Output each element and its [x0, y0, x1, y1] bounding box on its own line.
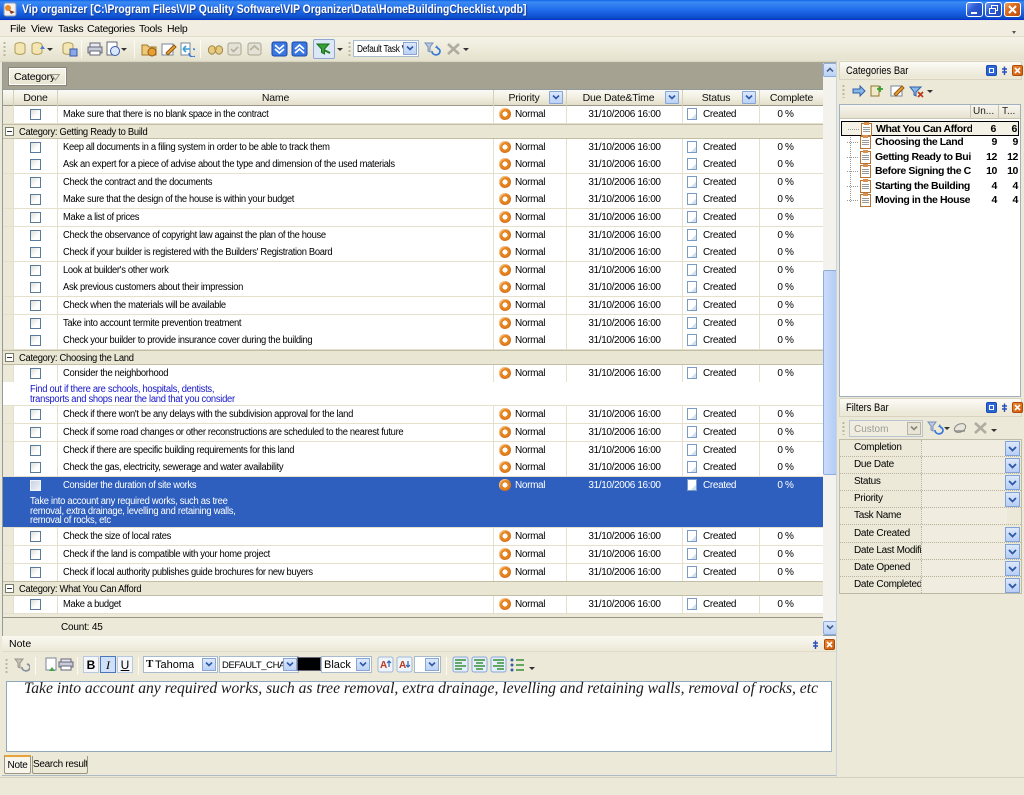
svg-text:A: A	[399, 660, 406, 671]
svg-text:A: A	[380, 660, 387, 671]
